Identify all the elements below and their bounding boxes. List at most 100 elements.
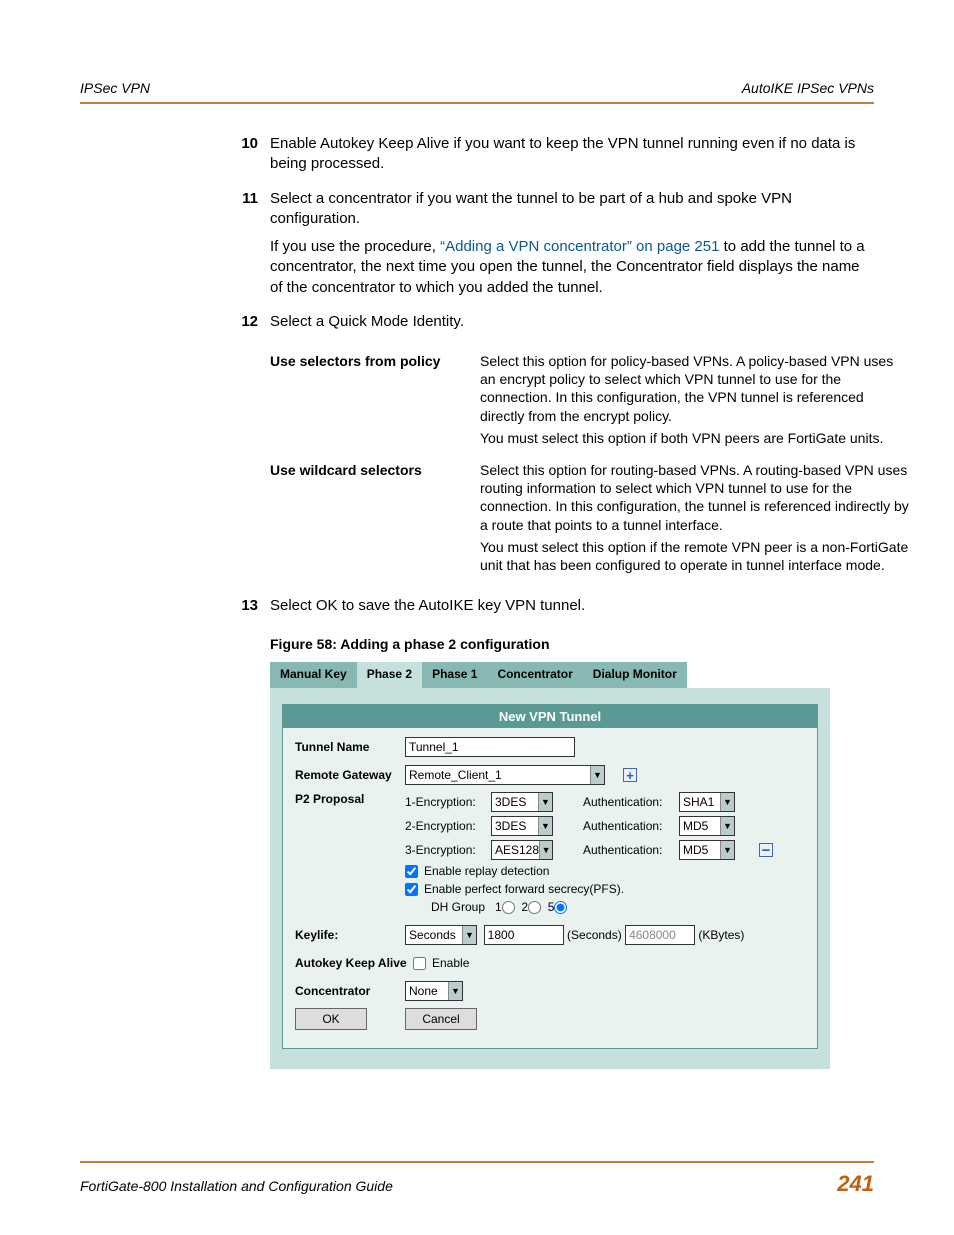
ok-button[interactable]: OK	[295, 1008, 367, 1030]
chevron-down-icon: ▼	[539, 841, 552, 859]
keylife-unit-value: Seconds	[409, 928, 456, 942]
label-enable: Enable	[432, 956, 469, 970]
qm-desc-1: Select this option for policy-based VPNs…	[480, 352, 909, 425]
minus-icon[interactable]: −	[759, 843, 773, 857]
step-text: Select a concentrator if you want the tu…	[270, 189, 874, 230]
label-auth-2: Authentication:	[583, 819, 679, 833]
label-concentrator: Concentrator	[295, 984, 405, 998]
chevron-down-icon: ▼	[720, 841, 734, 859]
remote-gateway-select[interactable]: Remote_Client_1 ▼	[405, 765, 605, 785]
step-number: 11	[235, 189, 270, 306]
step-10: 10 Enable Autokey Keep Alive if you want…	[235, 134, 874, 183]
enc3-select[interactable]: AES128▼	[491, 840, 553, 860]
plus-icon[interactable]: +	[623, 768, 637, 782]
enc1-select[interactable]: 3DES ▼	[491, 792, 553, 812]
label-enc-2: 2-Encryption:	[405, 819, 491, 833]
qm-row-selectors: Use selectors from policy Select this op…	[270, 352, 909, 451]
footer-rule	[80, 1161, 874, 1163]
keylife-seconds-input[interactable]	[484, 925, 564, 945]
enc3-value: AES128	[495, 843, 539, 857]
label-dh-1: 1	[495, 900, 502, 914]
cross-reference-link[interactable]: “Adding a VPN concentrator” on page 251	[440, 238, 719, 255]
label-keylife: Keylife:	[295, 928, 405, 942]
auth2-select[interactable]: MD5 ▼	[679, 816, 735, 836]
label-dh-group: DH Group	[431, 900, 485, 914]
label-auth-1: Authentication:	[583, 795, 679, 809]
figure-caption: Figure 58: Adding a phase 2 configuratio…	[270, 636, 874, 652]
auth1-select[interactable]: SHA1▼	[679, 792, 735, 812]
qm-row-wildcard: Use wildcard selectors Select this optio…	[270, 461, 909, 578]
label-dh-2: 2	[521, 900, 528, 914]
enc2-select[interactable]: 3DES ▼	[491, 816, 553, 836]
step-text: Enable Autokey Keep Alive if you want to…	[270, 134, 874, 175]
tab-dialup-monitor[interactable]: Dialup Monitor	[583, 662, 687, 688]
keylife-unit-select[interactable]: Seconds ▼	[405, 925, 477, 945]
label-remote-gateway: Remote Gateway	[295, 768, 405, 782]
enc2-value: 3DES	[495, 819, 526, 833]
autokey-enable-checkbox[interactable]	[413, 957, 426, 970]
pfs-checkbox[interactable]	[405, 883, 418, 896]
qm-desc-1: Select this option for routing-based VPN…	[480, 461, 909, 534]
vpn-config-panel: Manual Key Phase 2 Phase 1 Concentrator …	[270, 662, 830, 1069]
header-right: AutoIKE IPSec VPNs	[742, 80, 874, 96]
enc1-value: 3DES	[495, 795, 526, 809]
inner-panel: New VPN Tunnel Tunnel Name Remote Gatewa…	[282, 704, 818, 1049]
step-text: Select OK to save the AutoIKE key VPN tu…	[270, 596, 874, 616]
auth2-value: MD5	[683, 819, 708, 833]
step-text-2: If you use the procedure, “Adding a VPN …	[270, 237, 874, 298]
auth3-value: MD5	[683, 843, 708, 857]
qm-desc-2: You must select this option if both VPN …	[480, 429, 909, 447]
remote-gateway-value: Remote_Client_1	[409, 768, 502, 782]
chevron-down-icon: ▼	[462, 926, 476, 944]
label-replay: Enable replay detection	[424, 864, 549, 878]
qm-desc-2: You must select this option if the remot…	[480, 538, 909, 574]
page-footer: FortiGate-800 Installation and Configura…	[80, 1161, 874, 1197]
step-11: 11 Select a concentrator if you want the…	[235, 189, 874, 306]
step-12: 12 Select a Quick Mode Identity.	[235, 312, 874, 340]
label-kbytes: (KBytes)	[698, 928, 744, 942]
document-page: IPSec VPN AutoIKE IPSec VPNs 10 Enable A…	[0, 0, 954, 1235]
chevron-down-icon: ▼	[720, 793, 734, 811]
tab-manual-key[interactable]: Manual Key	[270, 662, 357, 688]
footer-title: FortiGate-800 Installation and Configura…	[80, 1178, 393, 1194]
concentrator-select[interactable]: None ▼	[405, 981, 463, 1001]
tab-bar: Manual Key Phase 2 Phase 1 Concentrator …	[270, 662, 830, 688]
tunnel-name-input[interactable]	[405, 737, 575, 757]
chevron-down-icon: ▼	[720, 817, 734, 835]
chevron-down-icon: ▼	[538, 817, 552, 835]
header-rule	[80, 102, 874, 104]
quick-mode-table: Use selectors from policy Select this op…	[270, 352, 909, 578]
panel-title: New VPN Tunnel	[283, 705, 817, 728]
replay-detection-checkbox[interactable]	[405, 865, 418, 878]
text-before-link: If you use the procedure,	[270, 238, 440, 255]
step-number: 12	[235, 312, 270, 340]
chevron-down-icon: ▼	[590, 766, 604, 784]
label-auth-3: Authentication:	[583, 843, 679, 857]
cancel-button[interactable]: Cancel	[405, 1008, 477, 1030]
tab-phase-1[interactable]: Phase 1	[422, 662, 487, 688]
label-autokey: Autokey Keep Alive	[295, 956, 413, 970]
label-pfs: Enable perfect forward secrecy(PFS).	[424, 882, 624, 896]
qm-label: Use wildcard selectors	[270, 461, 480, 578]
keylife-kbytes-input	[625, 925, 695, 945]
tab-phase-2[interactable]: Phase 2	[357, 662, 422, 688]
header-left: IPSec VPN	[80, 80, 150, 96]
step-13: 13 Select OK to save the AutoIKE key VPN…	[235, 596, 874, 624]
concentrator-value: None	[409, 984, 438, 998]
chevron-down-icon: ▼	[538, 793, 552, 811]
page-number: 241	[837, 1171, 874, 1197]
label-enc-1: 1-Encryption:	[405, 795, 491, 809]
step-text: Select a Quick Mode Identity.	[270, 312, 874, 332]
label-enc-3: 3-Encryption:	[405, 843, 491, 857]
tab-concentrator[interactable]: Concentrator	[487, 662, 582, 688]
label-dh-5: 5	[548, 900, 555, 914]
dh2-radio[interactable]	[528, 901, 541, 914]
label-seconds: (Seconds)	[567, 928, 622, 942]
dh5-radio[interactable]	[554, 901, 567, 914]
auth3-select[interactable]: MD5 ▼	[679, 840, 735, 860]
label-p2-proposal: P2 Proposal	[295, 792, 405, 806]
chevron-down-icon: ▼	[448, 982, 462, 1000]
running-header: IPSec VPN AutoIKE IPSec VPNs	[80, 80, 874, 96]
dh1-radio[interactable]	[502, 901, 515, 914]
content-area: 10 Enable Autokey Keep Alive if you want…	[80, 134, 874, 1069]
